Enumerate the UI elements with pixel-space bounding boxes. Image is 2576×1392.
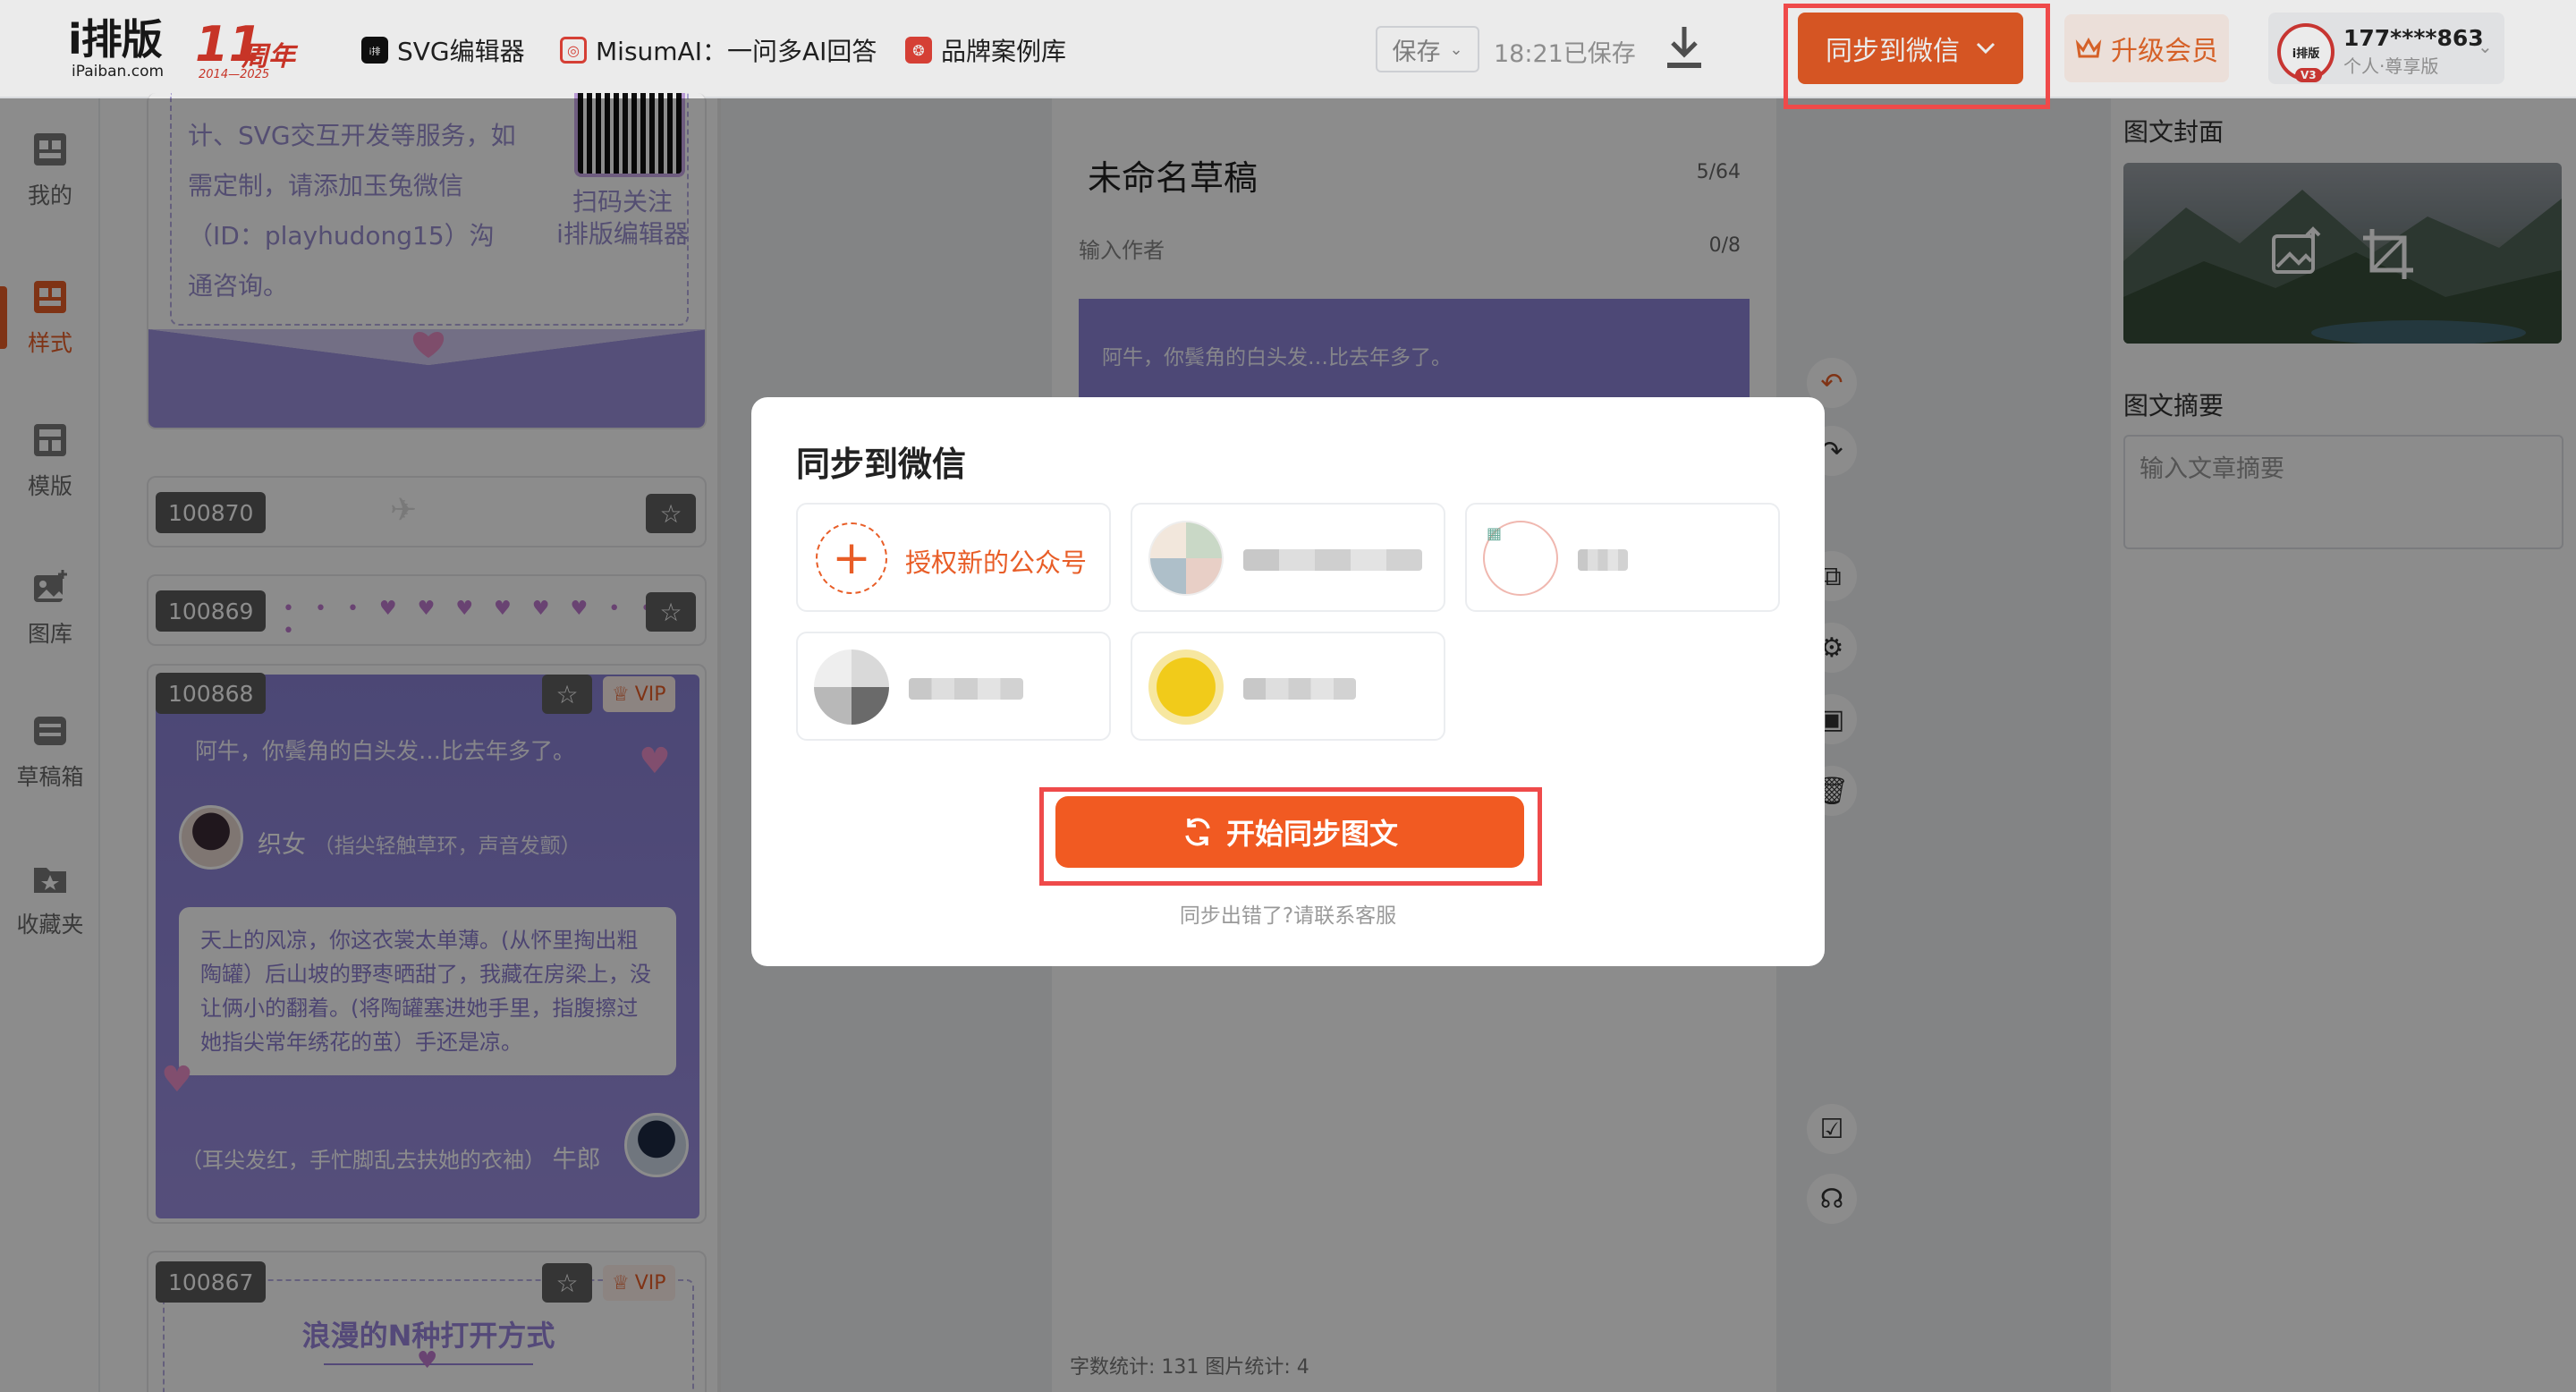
anniversary-years: 2014—2025 <box>199 68 270 81</box>
crown-icon <box>2075 37 2102 58</box>
top-header: i排版 iPaiban.com 11 周年 2014—2025 i排 SVG编辑… <box>0 0 2576 98</box>
logo-domain: iPaiban.com <box>72 63 165 81</box>
user-phone: 177****863 <box>2343 25 2484 51</box>
highlight-box <box>1784 4 2050 109</box>
download-icon[interactable] <box>1662 23 1707 73</box>
account-card[interactable]: ▦ <box>1465 503 1780 612</box>
chevron-down-icon: ⌄ <box>2478 36 2493 57</box>
sync-icon <box>1185 818 1210 846</box>
account-avatar: ▦ <box>1483 521 1558 596</box>
account-card[interactable] <box>1131 632 1445 741</box>
upgrade-label: 升级会员 <box>2111 36 2218 67</box>
save-dropdown-label: 保存 <box>1392 38 1441 66</box>
account-avatar <box>814 649 889 725</box>
dialog-title: 同步到微信 <box>796 445 967 484</box>
user-account-menu[interactable]: i排版 V3 177****863 个人·尊享版 ⌄ <box>2268 13 2504 84</box>
account-name-blurred <box>1243 549 1422 571</box>
nav-brand-cases[interactable]: ❂ 品牌案例库 <box>905 32 1066 68</box>
account-avatar <box>1148 521 1224 596</box>
account-name-blurred <box>1243 678 1356 700</box>
nav-label: MisumAI：一问多AI回答 <box>596 37 877 66</box>
save-dropdown[interactable]: 保存 ⌄ <box>1376 26 1479 72</box>
add-account-button[interactable]: + 授权新的公众号 <box>796 503 1111 612</box>
chevron-down-icon: ⌄ <box>1449 39 1463 59</box>
nav-misum-ai[interactable]: ◎ MisumAI：一问多AI回答 <box>560 32 877 68</box>
save-status: 18:21已保存 <box>1494 40 1636 68</box>
contact-support-link[interactable]: 同步出错了?请联系客服 <box>751 898 1825 929</box>
logo[interactable]: i排版 iPaiban.com <box>68 16 164 81</box>
case-library-icon: ❂ <box>905 37 932 64</box>
upgrade-member-button[interactable]: 升级会员 <box>2064 14 2229 82</box>
broken-image-icon: ▦ <box>1487 524 1503 543</box>
user-plan: 个人·尊享版 <box>2343 55 2439 77</box>
nav-svg-editor[interactable]: i排 SVG编辑器 <box>361 32 525 68</box>
account-card[interactable] <box>796 632 1111 741</box>
start-sync-label: 开始同步图文 <box>1225 817 1398 851</box>
account-name-blurred <box>909 678 1023 700</box>
nav-label: 品牌案例库 <box>941 37 1067 66</box>
ai-icon: ◎ <box>560 37 587 64</box>
nav-label: SVG编辑器 <box>397 37 525 66</box>
plus-icon: + <box>816 522 887 594</box>
anniversary-badge: 11 周年 2014—2025 <box>195 20 302 82</box>
svg-editor-icon: i排 <box>361 37 388 64</box>
account-avatar <box>1148 649 1224 725</box>
vip-level-badge: V3 <box>2295 68 2322 82</box>
sync-to-wechat-dialog: 同步到微信 + 授权新的公众号 ▦ 开始同步图文 同步出错了?请联系客服 <box>751 397 1825 966</box>
account-card[interactable] <box>1131 503 1445 612</box>
account-name-blurred <box>1578 549 1628 571</box>
logo-text: i排版 <box>68 15 163 64</box>
start-sync-button[interactable]: 开始同步图文 <box>1055 796 1524 868</box>
add-account-label: 授权新的公众号 <box>905 547 1088 578</box>
